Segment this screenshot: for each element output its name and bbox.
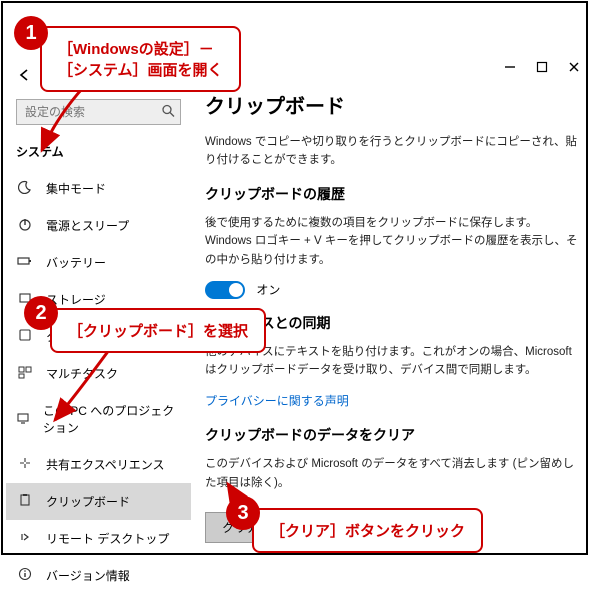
nav-label: 電源とスリープ [46, 217, 129, 234]
shared-icon [16, 456, 34, 473]
search-icon [161, 104, 175, 121]
remote-icon [16, 530, 34, 547]
sidebar-item-remote[interactable]: リモート デスクトップ [6, 520, 191, 557]
nav-label: 共有エクスペリエンス [46, 456, 165, 473]
category-label: システム [6, 131, 191, 170]
close-button[interactable] [567, 60, 581, 74]
sidebar-item-power[interactable]: 電源とスリープ [6, 207, 191, 244]
nav-label: バージョン情報 [46, 567, 130, 584]
toggle-label: オン [256, 281, 280, 298]
sidebar-item-clipboard[interactable]: クリップボード [6, 483, 191, 520]
step-1-line2: ［システム］画面を開く [58, 59, 223, 80]
page-title: クリップボード [205, 90, 579, 119]
nav-label: リモート デスクトップ [46, 530, 169, 547]
clear-heading: クリップボードのデータをクリア [205, 425, 579, 445]
intro-text: Windows でコピーや切り取りを行うとクリップボードにコピーされ、貼り付ける… [205, 133, 579, 170]
nav-label: 集中モード [46, 180, 106, 197]
sidebar-item-focus[interactable]: 集中モード [6, 170, 191, 207]
step-1-line1: ［Windowsの設定］－ [58, 38, 223, 59]
window-controls [503, 60, 581, 74]
nav-label: バッテリー [46, 254, 106, 271]
nav-list: 集中モード 電源とスリープ バッテリー ストレージ タブレットモード マルチタス… [6, 170, 191, 594]
info-icon [16, 567, 34, 584]
tablet-icon [16, 328, 34, 345]
step-2-badge: 2 [24, 296, 58, 330]
privacy-link[interactable]: プライバシーに関する声明 [205, 394, 349, 408]
nav-label: クリップボード [46, 493, 130, 510]
sidebar-item-multitask[interactable]: マルチタスク [6, 355, 191, 392]
multitask-icon [16, 365, 34, 382]
moon-icon [16, 180, 34, 197]
sidebar-item-projection[interactable]: この PC へのプロジェクション [6, 392, 191, 446]
battery-icon [16, 254, 34, 271]
history-desc: 後で使用するために複数の項目をクリップボードに保存します。Windows ロゴキ… [205, 214, 579, 269]
minimize-button[interactable] [503, 60, 517, 74]
step-3-badge: 3 [226, 496, 260, 530]
search-box[interactable] [16, 99, 181, 125]
step-2-balloon: ［クリップボード］を選択 [50, 308, 266, 353]
sidebar-item-shared[interactable]: 共有エクスペリエンス [6, 446, 191, 483]
sidebar-item-battery[interactable]: バッテリー [6, 244, 191, 281]
clear-desc: このデバイスおよび Microsoft のデータをすべて消去します (ピン留めし… [205, 455, 579, 492]
projection-icon [16, 411, 31, 428]
step-1-balloon: ［Windowsの設定］－ ［システム］画面を開く [40, 26, 241, 92]
back-icon[interactable] [16, 68, 32, 85]
nav-label: この PC へのプロジェクション [43, 402, 181, 436]
step-3-balloon: ［クリア］ボタンをクリック [252, 508, 483, 553]
clipboard-icon [16, 493, 34, 510]
history-heading: クリップボードの履歴 [205, 184, 579, 204]
maximize-button[interactable] [535, 60, 549, 74]
step-1-badge: 1 [14, 16, 48, 50]
history-toggle-row: オン [205, 281, 579, 299]
power-icon [16, 217, 34, 234]
search-input[interactable] [16, 99, 181, 125]
nav-label: マルチタスク [46, 365, 118, 382]
sidebar-item-about[interactable]: バージョン情報 [6, 557, 191, 594]
history-toggle[interactable] [205, 281, 245, 299]
